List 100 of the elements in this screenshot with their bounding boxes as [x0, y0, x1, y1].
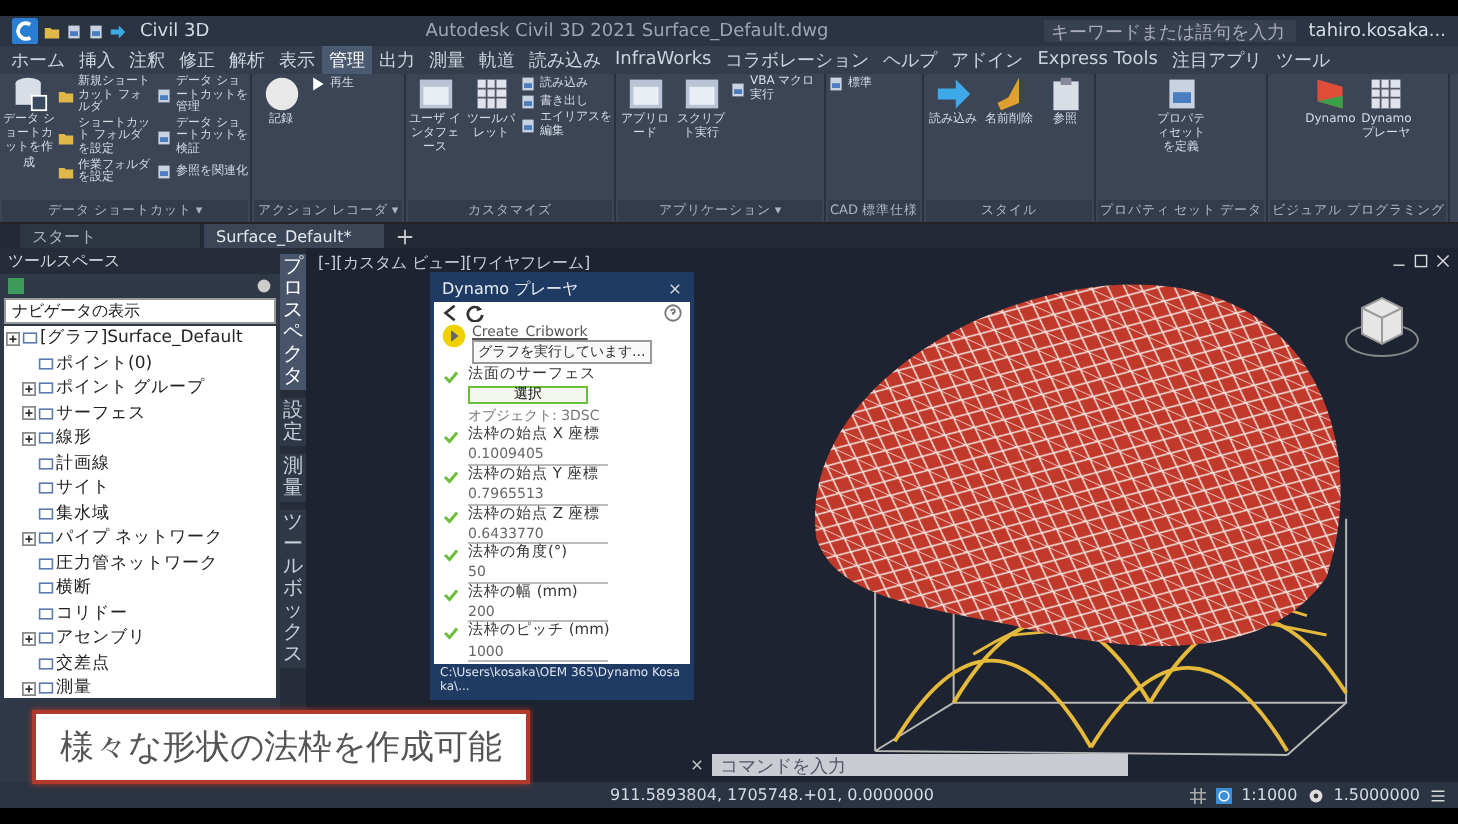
ribbon-tab[interactable]: Express Tools [1030, 46, 1165, 74]
document-icon [156, 164, 172, 181]
document-icon [730, 81, 746, 98]
tree-item[interactable]: サーフェス [56, 401, 146, 426]
ribbon-tab[interactable]: ヘルプ [876, 46, 945, 74]
command-line-field[interactable]: コマンドを入力 [712, 754, 1128, 776]
tree-item[interactable]: ポイント(0) [56, 351, 153, 376]
ribbon-tab[interactable]: コラボレーション [718, 46, 877, 74]
tree-item[interactable]: サイト [56, 476, 110, 501]
arrow-icon [110, 23, 126, 39]
tree-item[interactable]: [グラフ]Surface_Default [40, 326, 243, 351]
menu-icon[interactable] [1430, 787, 1446, 803]
side-tab[interactable]: 設定 [280, 398, 306, 446]
ribbon-tab[interactable]: 注釈 [122, 46, 172, 74]
tree-node-icon [38, 655, 54, 672]
tree-item[interactable]: ポイント グループ [56, 376, 206, 401]
folder-icon [58, 129, 74, 146]
tree-item[interactable]: 線形 [56, 426, 92, 451]
expand-icon[interactable] [22, 431, 36, 446]
expand-icon[interactable] [22, 681, 36, 696]
window-icon [417, 76, 453, 112]
tree-node-icon [38, 630, 54, 647]
tree-item[interactable]: 交差点 [56, 651, 110, 676]
ribbon-tab[interactable]: ホーム [4, 46, 72, 74]
tree-item[interactable]: 計画線 [56, 451, 110, 476]
tree-node-icon [38, 355, 54, 372]
tree-node-icon [38, 555, 54, 572]
grid-icon [473, 76, 509, 112]
expand-icon[interactable] [22, 531, 36, 546]
app-logo-icon[interactable] [12, 18, 38, 44]
tree-node-icon [38, 680, 54, 697]
tree-node-icon [22, 330, 38, 347]
side-tab[interactable]: 測量 [280, 454, 306, 502]
document-icon [156, 87, 172, 104]
workspace-selector[interactable]: Civil 3D [140, 21, 210, 41]
view-dropdown[interactable]: ナビゲータの表示 [4, 298, 276, 324]
annotation-scale[interactable]: 1:1000 [1241, 786, 1298, 804]
ribbon-tab[interactable]: 注目アプリ [1164, 46, 1269, 74]
tree-node-icon [38, 580, 54, 597]
tree-item[interactable]: アセンブリ [56, 626, 146, 651]
ribbon-tab[interactable]: アドイン [944, 46, 1031, 74]
tree-item[interactable]: コリドー [56, 601, 128, 626]
document-icon [828, 76, 845, 92]
grid-icon[interactable] [1189, 787, 1206, 803]
tree-node-icon [38, 605, 54, 622]
coordinates-readout: 911.5893804, 1705748.+01, 0.0000000 [610, 786, 934, 804]
tree-item[interactable]: 圧力管ネットワーク [56, 551, 218, 576]
folder-icon [58, 87, 74, 104]
ribbon-tab[interactable]: 解析 [222, 46, 272, 74]
expand-icon[interactable] [22, 406, 36, 421]
side-tab[interactable]: プロスペクタ [280, 254, 306, 390]
back-icon[interactable] [442, 304, 460, 322]
tree-node-icon [38, 380, 54, 397]
ribbon-tab[interactable]: 修正 [172, 46, 222, 74]
settings-icon[interactable] [256, 278, 272, 294]
arrow-icon [935, 76, 972, 112]
ribbon-tab[interactable]: 表示 [272, 46, 322, 74]
caption-banner: 様々な形状の法枠を作成可能 [32, 710, 530, 784]
folder-icon [58, 164, 74, 181]
tree-item[interactable]: 横断 [56, 576, 92, 601]
ribbon-tab[interactable]: 出力 [372, 46, 422, 74]
viewport-label[interactable]: [-][カスタム ビュー][ワイヤフレーム] [318, 252, 591, 274]
tree-node-icon [38, 480, 54, 497]
ribbon-tab[interactable]: 軌道 [472, 46, 522, 74]
document-tab[interactable]: スタート [20, 224, 200, 248]
ribbon-tab[interactable]: ツール [1268, 46, 1337, 74]
user-name[interactable]: tahiro.kosaka... [1308, 21, 1446, 41]
folder-icon [44, 23, 60, 39]
expand-icon[interactable] [6, 331, 20, 346]
tree-item[interactable]: 集水域 [56, 501, 110, 526]
side-tab[interactable]: ツールボックス [280, 510, 306, 668]
ribbon-tab[interactable]: 読み込み [522, 46, 608, 74]
close-icon[interactable] [668, 282, 682, 296]
expand-icon[interactable] [22, 381, 36, 396]
maximize-icon[interactable] [1414, 254, 1428, 268]
window-icon [627, 76, 663, 112]
expand-icon[interactable] [22, 631, 36, 646]
ribbon-tab[interactable]: 管理 [322, 46, 372, 74]
snap-icon[interactable] [1215, 787, 1232, 803]
grid-icon [1368, 76, 1405, 112]
settings-icon[interactable] [1307, 787, 1324, 803]
ribbon-tab[interactable]: 測量 [422, 46, 472, 74]
panel-title: ツールスペース [0, 248, 280, 274]
tree-item[interactable]: 測量 [56, 676, 92, 698]
search-field[interactable]: キーワードまたは語句を入力 [1044, 20, 1297, 42]
ribbon-tab[interactable]: InfraWorks [608, 46, 719, 74]
ribbon-tab[interactable]: 挿入 [72, 46, 122, 74]
tree-node-icon [38, 405, 54, 422]
scale-factor[interactable]: 1.5000000 [1333, 786, 1420, 804]
close-icon[interactable] [1436, 254, 1450, 268]
help-icon[interactable] [664, 304, 682, 322]
document-icon [1163, 76, 1200, 112]
tree-node-icon [38, 530, 54, 547]
run-button-icon[interactable] [442, 324, 466, 348]
refresh-icon[interactable] [466, 304, 484, 322]
tree-node-icon [38, 430, 54, 447]
add-tab-icon[interactable] [396, 227, 414, 245]
tree-item[interactable]: パイプ ネットワーク [56, 526, 224, 551]
close-icon[interactable] [690, 758, 704, 772]
document-tab[interactable]: Surface_Default* [204, 224, 384, 248]
